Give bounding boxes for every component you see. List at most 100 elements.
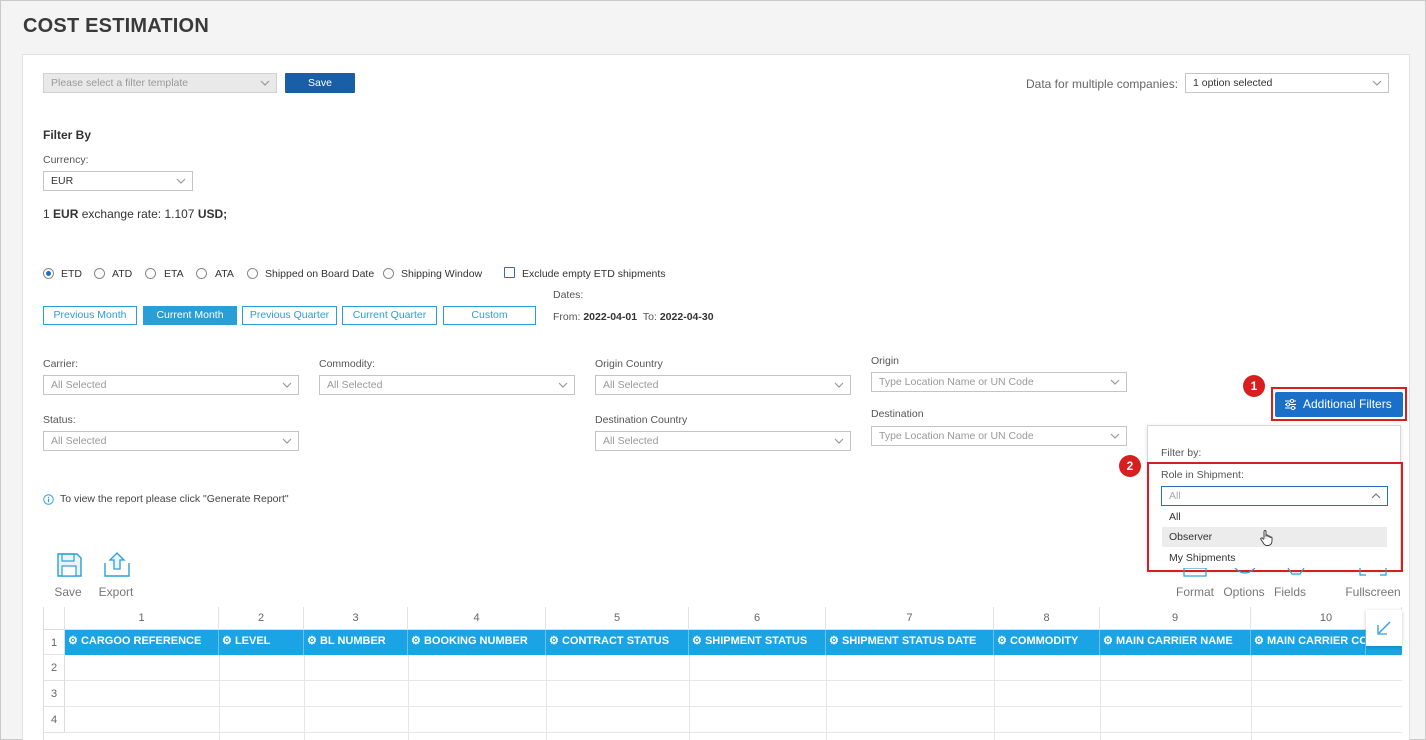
header-cargoo-reference[interactable]: ⚙ CARGOO REFERENCE bbox=[65, 630, 219, 655]
header-label: COMMODITY bbox=[1009, 635, 1079, 647]
header-bl-number[interactable]: ⚙ BL NUMBER bbox=[304, 630, 408, 655]
gear-icon: ⚙ bbox=[1103, 635, 1113, 647]
to-date: 2022-04-30 bbox=[659, 311, 714, 323]
page-title: COST ESTIMATION bbox=[23, 15, 209, 37]
rate-from-currency: EUR bbox=[53, 207, 79, 221]
currency-select[interactable]: EUR bbox=[43, 171, 193, 191]
origin-placeholder: Type Location Name or UN Code bbox=[879, 376, 1034, 388]
header-commodity[interactable]: ⚙ COMMODITY bbox=[994, 630, 1100, 655]
toolbar-export-label[interactable]: Export bbox=[96, 585, 136, 599]
fields-icon bbox=[1287, 568, 1305, 575]
save-icon[interactable] bbox=[55, 552, 83, 578]
grid-line bbox=[689, 655, 690, 740]
grid-line bbox=[65, 706, 1402, 707]
rate-value: exchange rate: 1.107 bbox=[81, 207, 195, 221]
col-number: 6 bbox=[689, 607, 826, 630]
destination-country-select[interactable]: All Selected bbox=[595, 431, 851, 451]
radio-shipped-on-board-label: Shipped on Board Date bbox=[265, 268, 375, 280]
panel-heading: Filter by: bbox=[1161, 447, 1202, 459]
radio-ata[interactable] bbox=[196, 268, 207, 279]
destination-input[interactable]: Type Location Name or UN Code bbox=[871, 426, 1127, 446]
header-label: MAIN CARRIER NAME bbox=[1115, 635, 1233, 647]
radio-shipped-on-board[interactable] bbox=[247, 268, 258, 279]
grid-line bbox=[994, 655, 995, 740]
radio-shipping-window[interactable] bbox=[383, 268, 394, 279]
current-month-button[interactable]: Current Month bbox=[143, 306, 237, 325]
radio-eta-label: ETA bbox=[164, 268, 184, 280]
previous-month-button[interactable]: Previous Month bbox=[43, 306, 137, 325]
header-label: SHIPMENT STATUS DATE bbox=[841, 635, 977, 647]
status-select[interactable]: All Selected bbox=[43, 431, 299, 451]
callout-badge-1: 1 bbox=[1243, 375, 1265, 397]
radio-etd[interactable] bbox=[43, 268, 54, 279]
hand-cursor-icon bbox=[1260, 530, 1273, 546]
chevron-down-icon bbox=[1372, 80, 1382, 86]
gear-icon: ⚙ bbox=[307, 635, 317, 647]
exclude-empty-checkbox[interactable] bbox=[504, 267, 515, 278]
header-shipment-status-date[interactable]: ⚙ SHIPMENT STATUS DATE bbox=[826, 630, 994, 655]
origin-input[interactable]: Type Location Name or UN Code bbox=[871, 372, 1127, 392]
radio-eta[interactable] bbox=[145, 268, 156, 279]
header-level[interactable]: ⚙ LEVEL bbox=[219, 630, 304, 655]
sliders-icon bbox=[1285, 398, 1296, 411]
chevron-down-icon bbox=[260, 80, 270, 86]
row-number: 4 bbox=[44, 707, 65, 733]
previous-quarter-button[interactable]: Previous Quarter bbox=[242, 306, 337, 325]
carrier-select[interactable]: All Selected bbox=[43, 375, 299, 395]
header-shipment-status[interactable]: ⚙ SHIPMENT STATUS bbox=[689, 630, 826, 655]
header-label: SHIPMENT STATUS bbox=[704, 635, 808, 647]
fullscreen-icon bbox=[1359, 568, 1387, 576]
info-icon bbox=[43, 494, 54, 505]
role-select[interactable]: All bbox=[1161, 486, 1388, 506]
grid-line bbox=[65, 732, 1402, 733]
commodity-select[interactable]: All Selected bbox=[319, 375, 575, 395]
gear-icon: ⚙ bbox=[692, 635, 702, 647]
commodity-value: All Selected bbox=[327, 379, 383, 391]
gear-icon: ⚙ bbox=[1254, 635, 1264, 647]
header-label: MAIN CARRIER CODE bbox=[1266, 635, 1365, 647]
header-main-carrier-name[interactable]: ⚙ MAIN CARRIER NAME bbox=[1100, 630, 1251, 655]
additional-filters-button[interactable]: Additional Filters bbox=[1275, 392, 1403, 417]
role-option-observer[interactable]: Observer bbox=[1162, 527, 1387, 547]
current-quarter-button[interactable]: Current Quarter bbox=[342, 306, 437, 325]
export-icon[interactable] bbox=[103, 551, 131, 578]
header-main-carrier-code[interactable]: ⚙ MAIN CARRIER CODE bbox=[1251, 630, 1366, 655]
custom-period-button[interactable]: Custom bbox=[443, 306, 536, 325]
toolbar-options-label[interactable]: Options bbox=[1221, 585, 1267, 599]
toolbar-fullscreen-label[interactable]: Fullscreen bbox=[1343, 585, 1403, 599]
col-number: 8 bbox=[994, 607, 1100, 630]
chevron-down-icon bbox=[558, 382, 568, 388]
carrier-label: Carrier: bbox=[43, 358, 79, 370]
destination-placeholder: Type Location Name or UN Code bbox=[879, 430, 1034, 442]
toolbar-fields-label[interactable]: Fields bbox=[1272, 585, 1308, 599]
filter-template-select[interactable]: Please select a filter template bbox=[43, 73, 277, 93]
save-template-button[interactable]: Save bbox=[285, 73, 355, 93]
origin-country-select[interactable]: All Selected bbox=[595, 375, 851, 395]
arrow-diagonal-icon bbox=[1377, 621, 1391, 635]
collapse-toolbar-button[interactable] bbox=[1366, 610, 1402, 646]
chevron-down-icon bbox=[1110, 433, 1120, 439]
destination-country-label: Destination Country bbox=[595, 414, 688, 426]
role-option-all[interactable]: All bbox=[1162, 507, 1387, 527]
radio-atd-label: ATD bbox=[112, 268, 133, 280]
destination-country-value: All Selected bbox=[603, 435, 659, 447]
to-label: To: bbox=[642, 311, 657, 323]
companies-select[interactable]: 1 option selected bbox=[1185, 73, 1389, 93]
gear-icon: ⚙ bbox=[549, 635, 559, 647]
header-booking-number[interactable]: ⚙ BOOKING NUMBER bbox=[408, 630, 546, 655]
status-label: Status: bbox=[43, 414, 76, 426]
role-value: All bbox=[1169, 490, 1181, 502]
row-number: 1 bbox=[44, 630, 65, 655]
toolbar-format-label[interactable]: Format bbox=[1175, 585, 1215, 599]
chevron-up-icon bbox=[1371, 493, 1381, 499]
radio-etd-label: ETD bbox=[61, 268, 82, 280]
header-contract-status[interactable]: ⚙ CONTRACT STATUS bbox=[546, 630, 689, 655]
gear-icon: ⚙ bbox=[829, 635, 839, 647]
toolbar-save-label[interactable]: Save bbox=[50, 585, 86, 599]
role-option-my-shipments[interactable]: My Shipments bbox=[1162, 548, 1387, 568]
radio-atd[interactable] bbox=[94, 268, 105, 279]
header-label: LEVEL bbox=[234, 635, 271, 647]
origin-label: Origin bbox=[871, 355, 900, 367]
grid-line bbox=[826, 655, 827, 740]
additional-filters-label: Additional Filters bbox=[1303, 397, 1392, 411]
